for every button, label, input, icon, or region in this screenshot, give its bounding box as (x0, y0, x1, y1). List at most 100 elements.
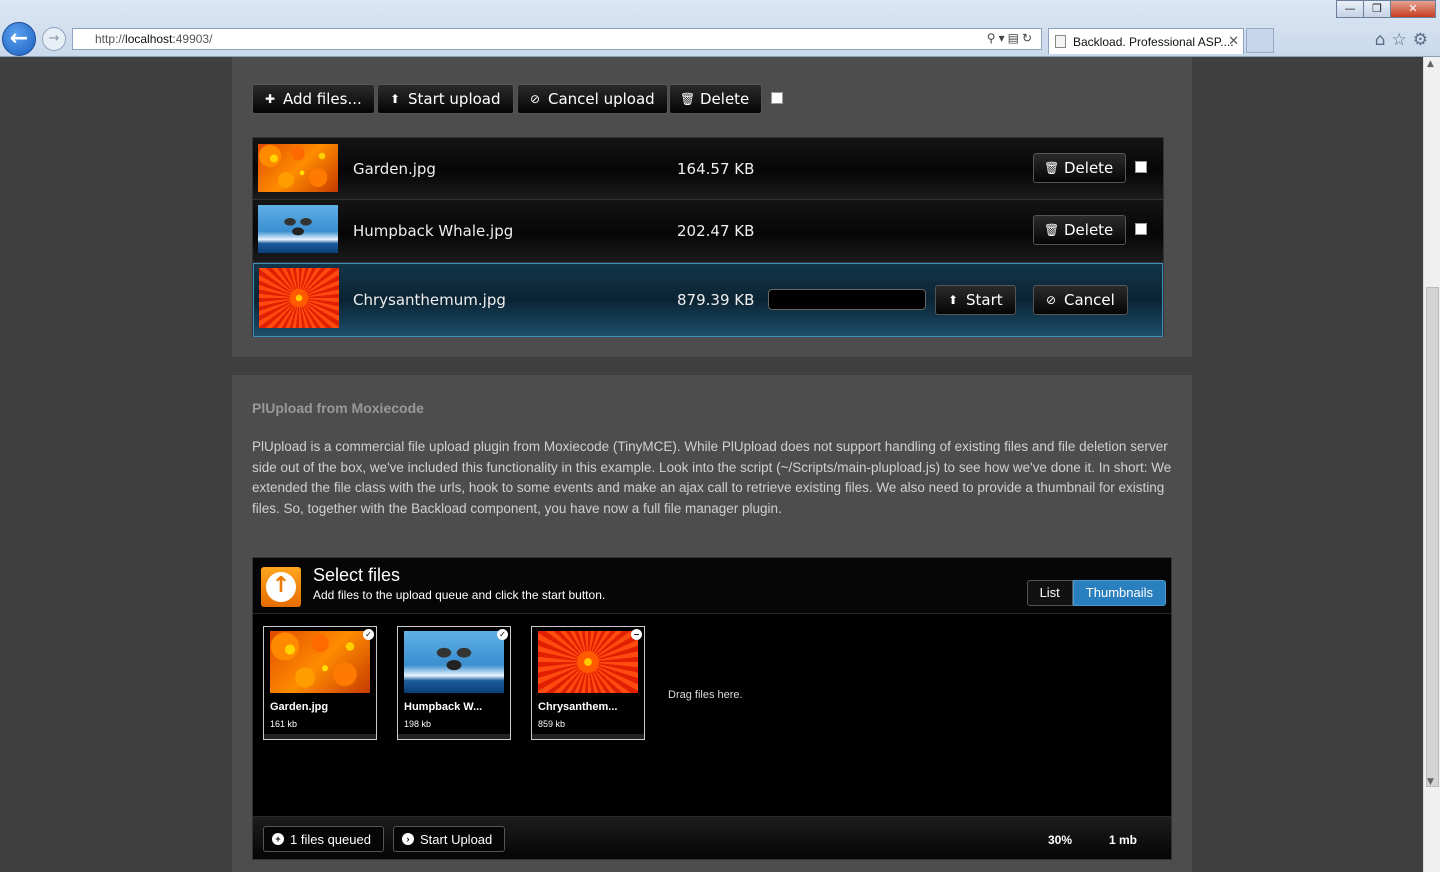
file-thumbnail[interactable] (258, 205, 338, 253)
plus-circle-icon: + (272, 833, 284, 845)
file-size: 164.57 KB (677, 160, 755, 178)
upload-total-size: 1 mb (1109, 833, 1138, 847)
home-icon[interactable]: ⌂ (1375, 30, 1392, 50)
gear-icon[interactable]: ⚙ (1413, 30, 1434, 50)
thumbnail-name: Garden.jpg (270, 701, 329, 713)
plupload-subtitle: Add files to the upload queue and click … (313, 588, 606, 602)
window-controls: — ❐ ✕ (1336, 0, 1436, 18)
browser-chrome: — ❐ ✕ ← → http://localhost:49903/ ⚲▾▤↻ B… (0, 0, 1440, 57)
queue-thumbnail[interactable]: ✓ Garden.jpg 161 kb (263, 626, 377, 740)
compat-icon[interactable]: ▤ (1008, 31, 1022, 45)
plupload-panel: PlUpload from Moxiecode PlUpload is a co… (232, 375, 1192, 872)
file-list: Garden.jpg 164.57 KB 🗑 Delete Humpback Wh… (252, 137, 1164, 337)
row-checkbox[interactable] (1135, 223, 1147, 235)
new-tab-button[interactable] (1246, 28, 1274, 53)
thumbnail-image (404, 631, 504, 693)
trash-icon: 🗑 (680, 92, 696, 106)
file-name: Chrysanthemum.jpg (353, 291, 506, 309)
cancel-upload-button[interactable]: ⊘ Cancel upload (517, 84, 668, 114)
forward-arrow-icon: → (48, 31, 60, 46)
favorites-star-icon[interactable]: ☆ (1392, 30, 1413, 50)
plupload-header: ↑ Select files Add files to the upload q… (253, 558, 1171, 614)
address-bar[interactable]: http://localhost:49903/ ⚲▾▤↻ (72, 28, 1042, 50)
arrow-circle-icon: › (402, 833, 414, 845)
file-thumbnail[interactable] (258, 144, 338, 192)
drop-zone-hint: Drag files here. (668, 689, 743, 701)
start-upload-button[interactable]: ⬆ Start upload (377, 84, 514, 114)
minimize-button[interactable]: — (1336, 0, 1364, 18)
delete-button[interactable]: 🗑 Delete (669, 84, 763, 114)
trash-icon: 🗑 (1044, 223, 1060, 237)
thumbnail-size: 161 kb (270, 719, 298, 729)
row-checkbox[interactable] (1135, 161, 1147, 173)
upload-logo-icon: ↑ (261, 567, 301, 607)
upload-circle-icon: ⬆ (947, 293, 959, 307)
close-window-button[interactable]: ✕ (1390, 0, 1436, 18)
url-rest: :49903/ (172, 32, 213, 46)
thumbnail-progress (398, 734, 510, 739)
close-tab-icon[interactable]: ✕ (1228, 33, 1239, 49)
thumbnail-progress (264, 734, 376, 739)
file-name[interactable]: Humpback Whale.jpg (353, 222, 513, 240)
thumbnail-image (270, 631, 370, 693)
url-host: localhost (125, 32, 173, 46)
queue-thumbnail[interactable]: − Chrysanthem... 859 kb (531, 626, 645, 740)
scroll-down-icon[interactable]: ▼ (1427, 777, 1434, 787)
backload-panel: ✚ Add files... ⬆ Start upload ⊘ Cancel uplo… (232, 57, 1192, 357)
section-title: PlUpload from Moxiecode (252, 400, 424, 416)
upload-percent: 30% (1048, 833, 1073, 847)
scroll-up-icon[interactable]: ▲ (1427, 59, 1434, 69)
back-button[interactable]: ← (2, 22, 36, 56)
address-bar-icons: ⚲▾▤↻ (987, 31, 1035, 45)
thumbnail-size: 198 kb (404, 719, 432, 729)
scrollbar-thumb[interactable] (1426, 287, 1439, 787)
page-scrollbar[interactable]: ▲ ▼ (1423, 57, 1440, 872)
thumbnail-image (538, 631, 638, 693)
row-delete-button[interactable]: 🗑 Delete (1033, 215, 1127, 245)
refresh-icon[interactable]: ↻ (1022, 31, 1035, 45)
plus-icon: ✚ (264, 92, 276, 106)
dropdown-icon[interactable]: ▾ (999, 31, 1008, 45)
file-row-pending[interactable]: Chrysanthemum.jpg 879.39 KB ⬆ Start ⊘ Canc… (253, 263, 1163, 337)
file-size: 879.39 KB (677, 291, 755, 309)
add-files-button[interactable]: ✚ Add files... (252, 84, 375, 114)
thumbnail-name: Humpback W... (404, 701, 483, 713)
section-description: PlUpload is a commercial file upload plu… (252, 439, 1172, 516)
select-all-checkbox[interactable] (771, 92, 783, 104)
check-icon[interactable]: ✓ (497, 629, 508, 640)
minus-icon[interactable]: − (631, 629, 642, 640)
browser-tab[interactable]: Backload. Professional ASP.... ✕ (1048, 28, 1244, 54)
cancel-icon: ⊘ (1045, 293, 1057, 307)
url-prefix: http:// (95, 32, 126, 46)
plupload-start-upload-button[interactable]: › Start Upload (393, 826, 506, 852)
thumbnail-progress (532, 734, 644, 739)
row-cancel-button[interactable]: ⊘ Cancel (1033, 285, 1128, 315)
queue-thumbnail[interactable]: ✓ Humpback W... 198 kb (397, 626, 511, 740)
page-icon (1055, 35, 1066, 48)
file-row[interactable]: Garden.jpg 164.57 KB 🗑 Delete (253, 138, 1163, 200)
file-thumbnail (259, 268, 339, 328)
upload-circle-icon: ⬆ (389, 92, 401, 106)
thumbnail-size: 859 kb (538, 719, 566, 729)
tab-title: Backload. Professional ASP.... (1073, 35, 1234, 49)
row-delete-button[interactable]: 🗑 Delete (1033, 153, 1127, 183)
plupload-footer: +1 files queued › Start Upload 30% 1 mb (253, 816, 1171, 859)
back-arrow-icon: ← (9, 26, 29, 51)
trash-icon: 🗑 (1044, 161, 1060, 175)
file-size: 202.47 KB (677, 222, 755, 240)
cancel-icon: ⊘ (529, 92, 541, 106)
view-thumbnails-button[interactable]: Thumbnails (1072, 580, 1166, 606)
thumbnail-name: Chrysanthem... (538, 701, 618, 713)
row-start-button[interactable]: ⬆ Start (935, 285, 1016, 315)
restore-button[interactable]: ❐ (1363, 0, 1391, 18)
view-toggle: List Thumbnails (1026, 580, 1166, 606)
check-icon[interactable]: ✓ (363, 629, 374, 640)
forward-button[interactable]: → (42, 27, 66, 51)
plupload-title: Select files (313, 565, 401, 585)
file-name[interactable]: Garden.jpg (353, 160, 436, 178)
search-icon[interactable]: ⚲ (987, 31, 999, 45)
plupload-widget: ↑ Select files Add files to the upload q… (252, 557, 1172, 860)
file-row[interactable]: Humpback Whale.jpg 202.47 KB 🗑 Delete (253, 200, 1163, 263)
files-queued-button[interactable]: +1 files queued (263, 826, 384, 852)
view-list-button[interactable]: List (1026, 580, 1073, 606)
